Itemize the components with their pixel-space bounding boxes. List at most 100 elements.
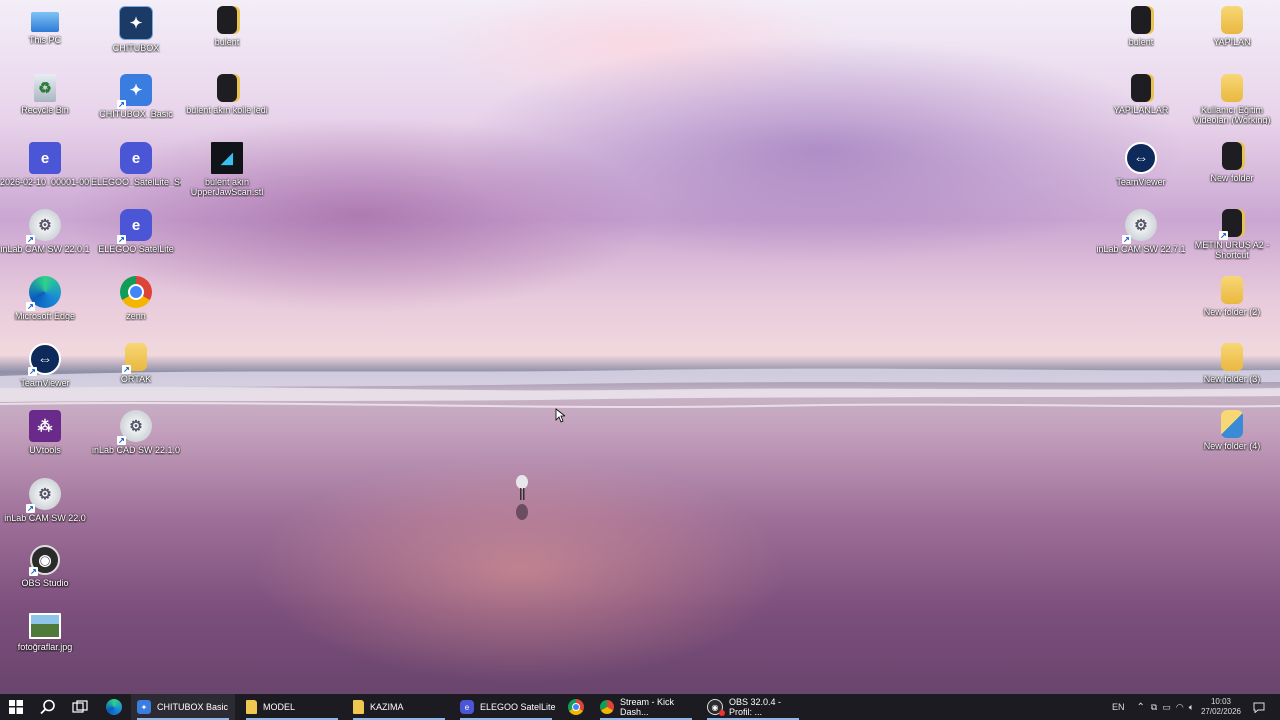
chrome-icon xyxy=(120,276,152,308)
windows-logo-icon xyxy=(9,700,23,714)
desktop-icon-inlab-cam-220[interactable]: ⚙ inLab CAM SW 22.0 xyxy=(0,476,90,542)
icon-label: METIN URUŞ A2 - Shortcut xyxy=(1194,240,1270,260)
icon-label: OBS Studio xyxy=(21,578,69,588)
search-button[interactable] xyxy=(34,694,62,720)
icon-label: inLab CAM SW 22.7.1 xyxy=(1096,244,1186,254)
desktop-icon-new-folder-2[interactable]: New folder (2) xyxy=(1187,274,1277,340)
desktop-icon-teamviewer-right[interactable]: ⇔ TeamViewer xyxy=(1096,140,1186,206)
desktop-icon-zenn[interactable]: zenn xyxy=(91,274,181,340)
desktop-icon-yapilan[interactable]: YAPILAN xyxy=(1187,4,1277,70)
desktop-icon-this-pc[interactable]: This PC xyxy=(0,4,90,70)
icon-label: zenn xyxy=(126,311,146,321)
start-button[interactable] xyxy=(0,694,32,720)
icon-label: bulent akın kolle ledi xyxy=(186,105,268,115)
folder-icon xyxy=(246,700,257,714)
taskbar-app-label: ELEGOO SatelLite xyxy=(480,702,556,712)
icon-label: YAPILAN xyxy=(1213,37,1251,47)
taskbar-chrome-button[interactable] xyxy=(562,694,590,720)
taskbar-app-label: CHITUBOX Basic xyxy=(157,702,229,712)
desktop-icon-elegoo-setup[interactable]: e ELEGOO_SatelLite_Setu... xyxy=(91,140,181,206)
desktop-icon-teamviewer[interactable]: ⇔ TeamViewer xyxy=(0,341,90,407)
chitubox-basic-icon: ✦ xyxy=(137,700,151,714)
icon-label: inLab CAM SW 22.0.1 xyxy=(0,244,90,254)
desktop-icon-elegoo-satellite[interactable]: e ELEGOO SatelLite xyxy=(91,207,181,273)
taskbar-app-kazima[interactable]: KAZIMA xyxy=(347,694,451,720)
icon-label: This PC xyxy=(28,35,61,45)
taskbar-edge-button[interactable] xyxy=(100,694,128,720)
taskbar-app-obs[interactable]: ◉ OBS 32.0.4 - Profil: ... xyxy=(701,694,805,720)
desktop-icon-recycle-bin[interactable]: ♻ Recycle Bin xyxy=(0,72,90,138)
desktop-icon-yapilanlar[interactable]: YAPILANLAR xyxy=(1096,72,1186,138)
dark-folder-icon xyxy=(217,74,237,102)
desktop-icon-chitubox-basic[interactable]: ✦ CHITUBOX_Basic xyxy=(91,72,181,138)
desktop-icon-jpg-file[interactable]: fotoğraflar.jpg xyxy=(0,611,90,677)
desktop-icon-new-folder-4[interactable]: New folder (4) xyxy=(1187,408,1277,474)
surf-waves xyxy=(0,368,1280,408)
inlab-cam-icon: ⚙ xyxy=(26,478,61,513)
chevron-up-icon[interactable]: ⌃ xyxy=(1137,702,1145,713)
language-indicator[interactable]: EN xyxy=(1112,702,1125,712)
elegoo-satellite-icon: e xyxy=(460,700,474,714)
desktop-icon-bulent-right[interactable]: bulent xyxy=(1096,4,1186,70)
folder-icon xyxy=(1221,74,1243,102)
network-icon[interactable]: ⧉ xyxy=(1151,702,1157,713)
icon-label: ELEGOO_SatelLite_Setu... xyxy=(91,177,181,187)
icon-label: 2026-02-10_00001-009... xyxy=(0,177,90,187)
wifi-icon[interactable]: ◠ xyxy=(1176,702,1184,713)
desktop-icon-elegoo-doc[interactable]: e 2026-02-10_00001-009... xyxy=(0,140,90,206)
desktop-icon-bulent-akin-kolle[interactable]: bulent akın kolle ledi xyxy=(182,72,272,138)
desktop-icon-new-folder[interactable]: New folder xyxy=(1187,140,1277,206)
desktop-icon-inlab-cad[interactable]: ⚙ inLab CAD SW 22.1.0 xyxy=(91,408,181,474)
volume-icon[interactable]: 🔈︎ xyxy=(1189,702,1194,713)
desktop-icon-inlab-cam-2271[interactable]: ⚙ inLab CAM SW 22.7.1 xyxy=(1096,207,1186,273)
dark-folder-icon xyxy=(1222,142,1242,170)
computer-icon xyxy=(31,12,59,32)
elegoo-setup-icon: e xyxy=(120,142,152,174)
taskbar-app-chitubox-basic[interactable]: ✦ CHITUBOX Basic xyxy=(131,694,235,720)
desktop-icon-inlab-cam-2201[interactable]: ⚙ inLab CAM SW 22.0.1 xyxy=(0,207,90,273)
taskbar-app-label: Stream - Kick Dash... xyxy=(620,697,675,717)
mouse-cursor xyxy=(555,408,565,423)
desktop-icon-chitubox[interactable]: ✦ CHITUBOX xyxy=(91,4,181,70)
icon-label: inLab CAM SW 22.0 xyxy=(4,513,86,523)
desktop-icon-uvtools[interactable]: ⁂ UVtools xyxy=(0,408,90,474)
chitubox-basic-icon: ✦ xyxy=(117,74,152,109)
obs-icon: ◉ xyxy=(29,545,60,576)
desktop-icon-obs-studio[interactable]: ◉ OBS Studio xyxy=(0,543,90,609)
elegoo-doc-icon: e xyxy=(29,142,61,174)
desktop-icon-metin-urus-shortcut[interactable]: METIN URUŞ A2 - Shortcut xyxy=(1187,207,1277,281)
notification-icon xyxy=(1253,702,1265,713)
elegoo-satellite-icon: e xyxy=(117,209,152,244)
icon-label: New folder (4) xyxy=(1203,441,1261,451)
inlab-cam-icon: ⚙ xyxy=(1122,209,1157,244)
icon-label: bulent xyxy=(1128,37,1154,47)
obs-icon: ◉ xyxy=(707,699,725,716)
desktop-icon-microsoft-edge[interactable]: Microsoft Edge xyxy=(0,274,90,340)
clock[interactable]: 10:03 27/02/2026 xyxy=(1200,694,1242,720)
taskbar-app-stream-chrome[interactable]: Stream - Kick Dash... xyxy=(594,694,698,720)
icon-label: Recycle Bin xyxy=(21,105,69,115)
icon-label: New folder xyxy=(1210,173,1254,183)
notification-button[interactable] xyxy=(1250,694,1268,720)
desktop-icon-new-folder-3[interactable]: New folder (3) xyxy=(1187,341,1277,407)
folder-icon xyxy=(353,700,364,714)
desktop-icon-egitim-videolari[interactable]: Kullanıcı Eğitim Videoları (Working) xyxy=(1187,72,1277,146)
desktop-icon-upperjawscan[interactable]: ◢ bulent akın UpperJawScan.stl xyxy=(182,140,272,220)
icon-label: inLab CAD SW 22.1.0 xyxy=(91,445,181,455)
uvtools-icon: ⁂ xyxy=(29,410,61,442)
taskbar-app-label: OBS 32.0.4 - Profil: ... xyxy=(729,697,782,717)
stl-file-icon: ◢ xyxy=(211,142,243,174)
taskbar-app-model[interactable]: MODEL xyxy=(240,694,344,720)
task-view-button[interactable] xyxy=(66,694,94,720)
desktop-icon-ortak[interactable]: ORTAK xyxy=(91,341,181,407)
dark-folder-icon xyxy=(1131,6,1151,34)
icon-label: bulent xyxy=(214,37,240,47)
folder-icon xyxy=(1221,6,1243,34)
desktop-icon-bulent[interactable]: bulent xyxy=(182,4,272,70)
system-tray: EN ⌃ ⧉ ▭ ◠ 🔈︎ xyxy=(1112,694,1194,720)
battery-icon[interactable]: ▭ xyxy=(1162,702,1171,713)
icon-label: ELEGOO SatelLite xyxy=(98,244,174,254)
icon-label: bulent akın UpperJawScan.stl xyxy=(190,177,264,197)
taskbar-app-elegoo-satellite[interactable]: e ELEGOO SatelLite xyxy=(454,694,558,720)
dark-folder-icon xyxy=(217,6,237,34)
